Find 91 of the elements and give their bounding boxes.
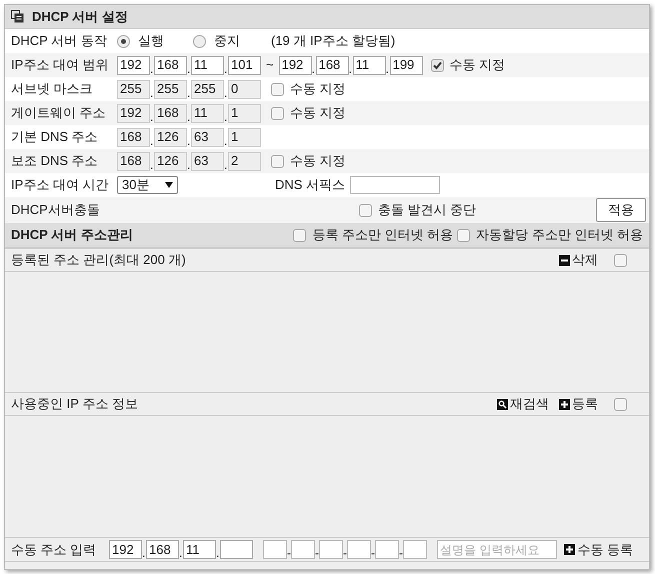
section-title: DHCP 서버 설정 xyxy=(32,8,128,26)
checkbox[interactable] xyxy=(430,58,444,72)
allocation-note: (19 개 IP주소 할당됨) xyxy=(271,32,396,50)
select-all-checkbox[interactable] xyxy=(614,254,627,266)
dns-suffix-field[interactable] xyxy=(350,176,440,194)
field-label: 기본 DNS 주소 xyxy=(11,128,99,146)
plus-action-button[interactable]: 등록 xyxy=(559,394,598,414)
checkbox-label: 수동 지정 xyxy=(450,56,506,74)
dot-separator: . xyxy=(142,547,146,559)
dot-separator: . xyxy=(216,547,220,559)
dash-separator: - xyxy=(315,547,319,559)
field-label: 서브넷 마스크 xyxy=(11,80,94,98)
octet-field[interactable]: 199 xyxy=(390,56,423,74)
dot-separator: . xyxy=(224,110,228,122)
dot-separator: . xyxy=(179,547,183,559)
minus-icon xyxy=(559,254,570,266)
field-label: DHCP 서버 동작 xyxy=(11,32,108,50)
mac-field[interactable] xyxy=(263,540,287,559)
checkbox-label: 충돌 발견시 중단 xyxy=(378,201,476,220)
dot-separator: . xyxy=(187,86,191,98)
plus-icon xyxy=(564,544,576,555)
checkbox-label: 등록 주소만 인터넷 허용 xyxy=(312,226,454,244)
dot-separator: . xyxy=(150,62,154,74)
octet-field[interactable]: 168 xyxy=(154,56,187,74)
description-field[interactable]: 설명을 입력하세요 xyxy=(437,540,557,559)
field-label: IP주소 대여 시간 xyxy=(11,176,110,194)
select-all-checkbox[interactable] xyxy=(614,398,627,410)
checkbox-label: 수동 지정 xyxy=(290,80,346,98)
dot-separator: . xyxy=(150,86,154,98)
dot-separator: . xyxy=(150,110,154,122)
lease-time-select[interactable]: 30분 xyxy=(117,176,178,194)
dot-separator: . xyxy=(187,158,191,170)
field-label: 보조 DNS 주소 xyxy=(11,152,99,170)
minus-action-button[interactable]: 삭제 xyxy=(559,250,598,270)
field-label: DNS 서픽스 xyxy=(275,176,346,194)
checkbox-label: 수동 지정 xyxy=(290,152,346,170)
apply-button[interactable]: 적용 xyxy=(596,198,646,222)
octet-field[interactable]: 11 xyxy=(352,56,386,74)
dot-separator: . xyxy=(187,62,191,74)
dot-separator: . xyxy=(150,134,154,146)
range-separator: ~ xyxy=(266,56,274,74)
octet-field[interactable]: 101 xyxy=(228,56,261,74)
mac-field[interactable] xyxy=(291,540,315,559)
octet-field[interactable] xyxy=(220,540,253,559)
dot-separator: . xyxy=(187,134,191,146)
checkbox[interactable] xyxy=(457,228,470,242)
radio-button[interactable] xyxy=(193,34,206,48)
dot-separator: . xyxy=(224,158,228,170)
mac-field[interactable] xyxy=(375,540,399,559)
dot-separator: . xyxy=(187,110,191,122)
checkbox-label: 수동 지정 xyxy=(290,104,346,122)
octet-field[interactable]: 192 xyxy=(109,540,142,559)
dot-separator: . xyxy=(224,62,228,74)
octet-field[interactable]: 11 xyxy=(183,540,216,559)
radio-button[interactable] xyxy=(117,34,130,48)
dash-separator: - xyxy=(371,547,375,559)
dash-separator: - xyxy=(343,547,347,559)
manual-register-button[interactable]: 수동 등록 xyxy=(564,540,633,560)
radio-label: 중지 xyxy=(214,32,240,50)
checkbox-label: 자동할당 주소만 인터넷 허용 xyxy=(476,226,643,244)
checkbox[interactable] xyxy=(359,204,372,216)
search-icon xyxy=(497,398,508,410)
dot-separator: . xyxy=(312,62,316,74)
windows-icon xyxy=(11,10,24,23)
dot-separator: . xyxy=(224,134,228,146)
octet-field[interactable]: 192 xyxy=(278,56,312,74)
field-label: 게이트웨이 주소 xyxy=(11,104,107,122)
octet-field[interactable]: 168 xyxy=(316,56,349,74)
mac-field[interactable] xyxy=(403,540,427,559)
checkbox[interactable] xyxy=(293,228,306,242)
list-title: 등록된 주소 관리(최대 200 개) xyxy=(11,251,186,270)
field-label: IP주소 대여 범위 xyxy=(11,56,110,74)
dot-separator: . xyxy=(224,86,228,98)
octet-field[interactable]: 192 xyxy=(117,56,150,74)
section-title: DHCP 서버 주소관리 xyxy=(11,226,133,244)
dash-separator: - xyxy=(399,547,403,559)
search-action-button[interactable]: 재검색 xyxy=(497,394,549,414)
dot-separator: . xyxy=(348,62,353,74)
field-label: DHCP서버충돌 xyxy=(11,201,101,220)
mac-field[interactable] xyxy=(319,540,343,559)
dot-separator: . xyxy=(150,158,154,170)
dot-separator: . xyxy=(386,62,390,74)
mac-field[interactable] xyxy=(347,540,371,559)
plus-icon xyxy=(559,398,570,410)
field-label: 수동 주소 입력 xyxy=(11,540,98,559)
octet-field[interactable]: 11 xyxy=(191,56,224,74)
dash-separator: - xyxy=(287,547,291,559)
dropdown-arrow-icon xyxy=(165,182,173,188)
list-title: 사용중인 IP 주소 정보 xyxy=(11,395,138,414)
radio-label: 실행 xyxy=(138,32,164,50)
octet-field[interactable]: 168 xyxy=(146,540,179,559)
